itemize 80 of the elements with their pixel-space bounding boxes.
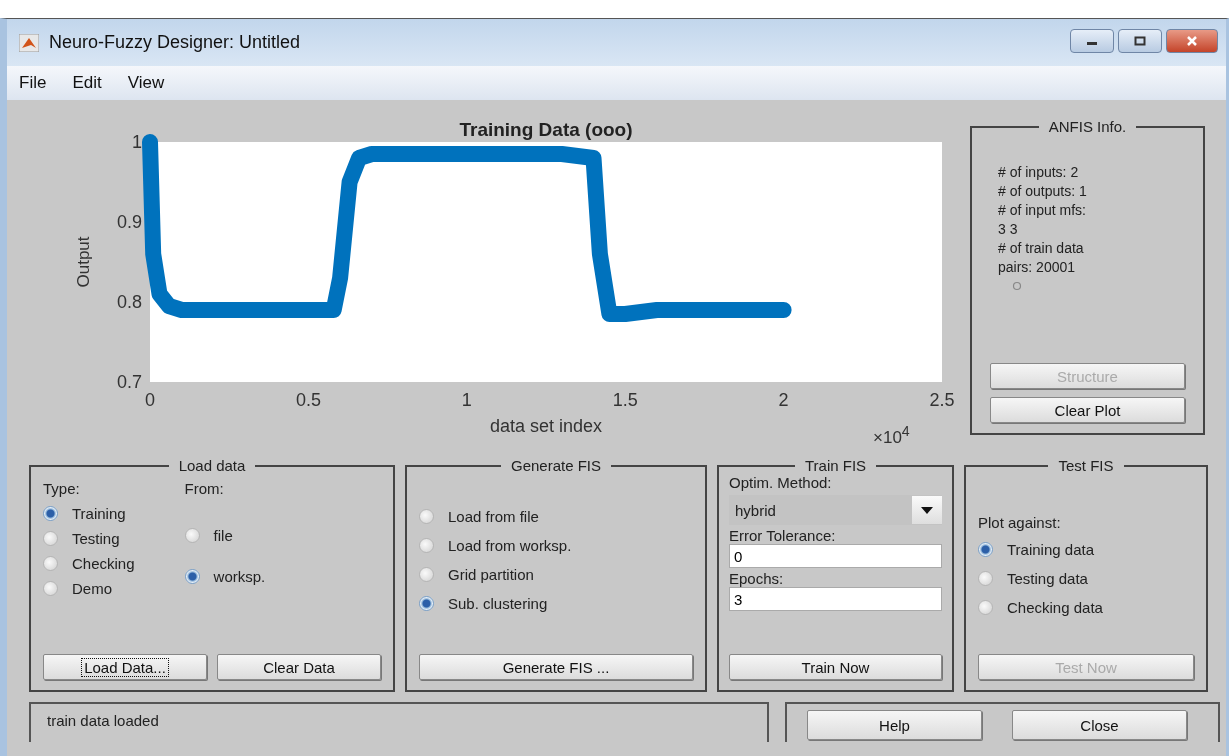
panel-title: Load data — [177, 457, 247, 474]
y-axis-label: Output — [74, 236, 93, 288]
radio-button[interactable] — [419, 509, 434, 524]
panel-title: Generate FIS — [509, 457, 602, 474]
plot-against-label: Plot against: — [978, 514, 1062, 531]
y-tick-label: 0.9 — [116, 212, 142, 232]
panel-title: Test FIS — [1057, 457, 1115, 474]
window-title: Neuro-Fuzzy Designer: Untitled — [49, 32, 301, 53]
radio-label[interactable]: Grid partition — [448, 566, 534, 583]
generate-fis-button[interactable]: Generate FIS ... — [419, 654, 693, 680]
radio-label[interactable]: Sub. clustering — [448, 595, 548, 612]
y-tick-label: 0.8 — [116, 292, 142, 312]
radio-button[interactable] — [419, 538, 434, 553]
menu-item[interactable]: Edit — [72, 71, 114, 95]
y-tick-label: 1 — [132, 132, 142, 152]
from-label: From: — [184, 480, 225, 497]
radio-button[interactable] — [978, 542, 993, 557]
radio-label[interactable]: Checking — [72, 555, 135, 572]
circle-icon — [1012, 281, 1022, 291]
radio-label[interactable]: file — [213, 527, 233, 544]
info-text: # of train data — [998, 239, 1085, 258]
caret-icon — [921, 506, 933, 514]
radio-button[interactable] — [43, 531, 58, 546]
app-icon — [19, 33, 39, 52]
dialog-button[interactable]: Help — [807, 710, 982, 740]
info-text: 3 3 — [998, 220, 1019, 239]
radio-label[interactable]: Checking data — [1007, 599, 1103, 616]
radio-button[interactable] — [184, 569, 200, 584]
minimize-button[interactable] — [1070, 29, 1114, 53]
close-icon — [1185, 35, 1199, 47]
x-tick-label: 0 — [145, 390, 155, 410]
radio-label[interactable]: Load from worksp. — [448, 537, 572, 554]
radio-button[interactable] — [978, 600, 993, 615]
menu-item[interactable]: View — [127, 71, 177, 95]
tolerance-field[interactable]: 0 — [729, 544, 942, 568]
info-text: # of inputs: 2 — [998, 163, 1080, 182]
dialog-button[interactable]: Close — [1012, 710, 1187, 740]
epochs-field[interactable]: 3 — [729, 587, 942, 611]
close-button[interactable] — [1166, 29, 1218, 53]
info-text: # of input mfs: — [998, 201, 1087, 220]
radio-button[interactable] — [43, 556, 58, 571]
x-tick-label: 2.5 — [929, 390, 955, 410]
radio-label[interactable]: Training data — [1007, 541, 1094, 558]
radio-button[interactable] — [43, 581, 58, 596]
radio-button[interactable] — [184, 528, 200, 543]
panel-button[interactable]: Clear Data — [217, 654, 381, 680]
radio-button[interactable] — [419, 567, 434, 582]
radio-label[interactable]: Load from file — [448, 508, 539, 525]
train-now-button[interactable]: Train Now — [729, 654, 942, 680]
radio-label[interactable]: Training — [72, 505, 126, 522]
info-text: # of outputs: 1 — [998, 182, 1088, 201]
y-tick-label: 0.7 — [116, 372, 142, 392]
type-label: Type: — [43, 480, 81, 497]
info-text: pairs: 20001 — [998, 258, 1077, 277]
menu-item[interactable]: File — [19, 71, 59, 95]
radio-button[interactable] — [43, 506, 58, 521]
method-dropdown[interactable]: hybrid — [729, 495, 942, 525]
x-tick-label: 2 — [778, 390, 789, 410]
x-axis-label: data set index — [489, 416, 603, 436]
panel-title: ANFIS Info. — [1047, 118, 1128, 135]
radio-label[interactable]: Testing data — [1007, 570, 1088, 587]
radio-button[interactable] — [978, 571, 993, 586]
tolerance-label: Error Tolerance: — [729, 527, 837, 544]
radio-label[interactable]: worksp. — [213, 568, 266, 585]
epochs-label: Epochs: — [729, 570, 785, 587]
maximize-button[interactable] — [1118, 29, 1162, 53]
radio-label[interactable]: Testing — [72, 530, 120, 547]
x-tick-label: 1 — [461, 390, 472, 410]
axis-multiplier: ×10$^{4}$ — [873, 423, 910, 448]
method-label: Optim. Method: — [729, 474, 833, 491]
x-tick-label: 0.5 — [295, 390, 321, 410]
x-tick-label: 1.5 — [612, 390, 638, 410]
radio-label[interactable]: Demo — [72, 580, 112, 597]
panel-button[interactable]: Clear Plot — [990, 397, 1185, 423]
panel-button[interactable]: Load Data... — [43, 654, 207, 680]
status-text: train data loaded — [47, 712, 159, 729]
panel-title: Train FIS — [803, 457, 868, 474]
radio-button[interactable] — [419, 596, 434, 611]
chart-title: Training Data (ooo) — [459, 119, 633, 140]
maximize-icon — [1133, 35, 1147, 47]
